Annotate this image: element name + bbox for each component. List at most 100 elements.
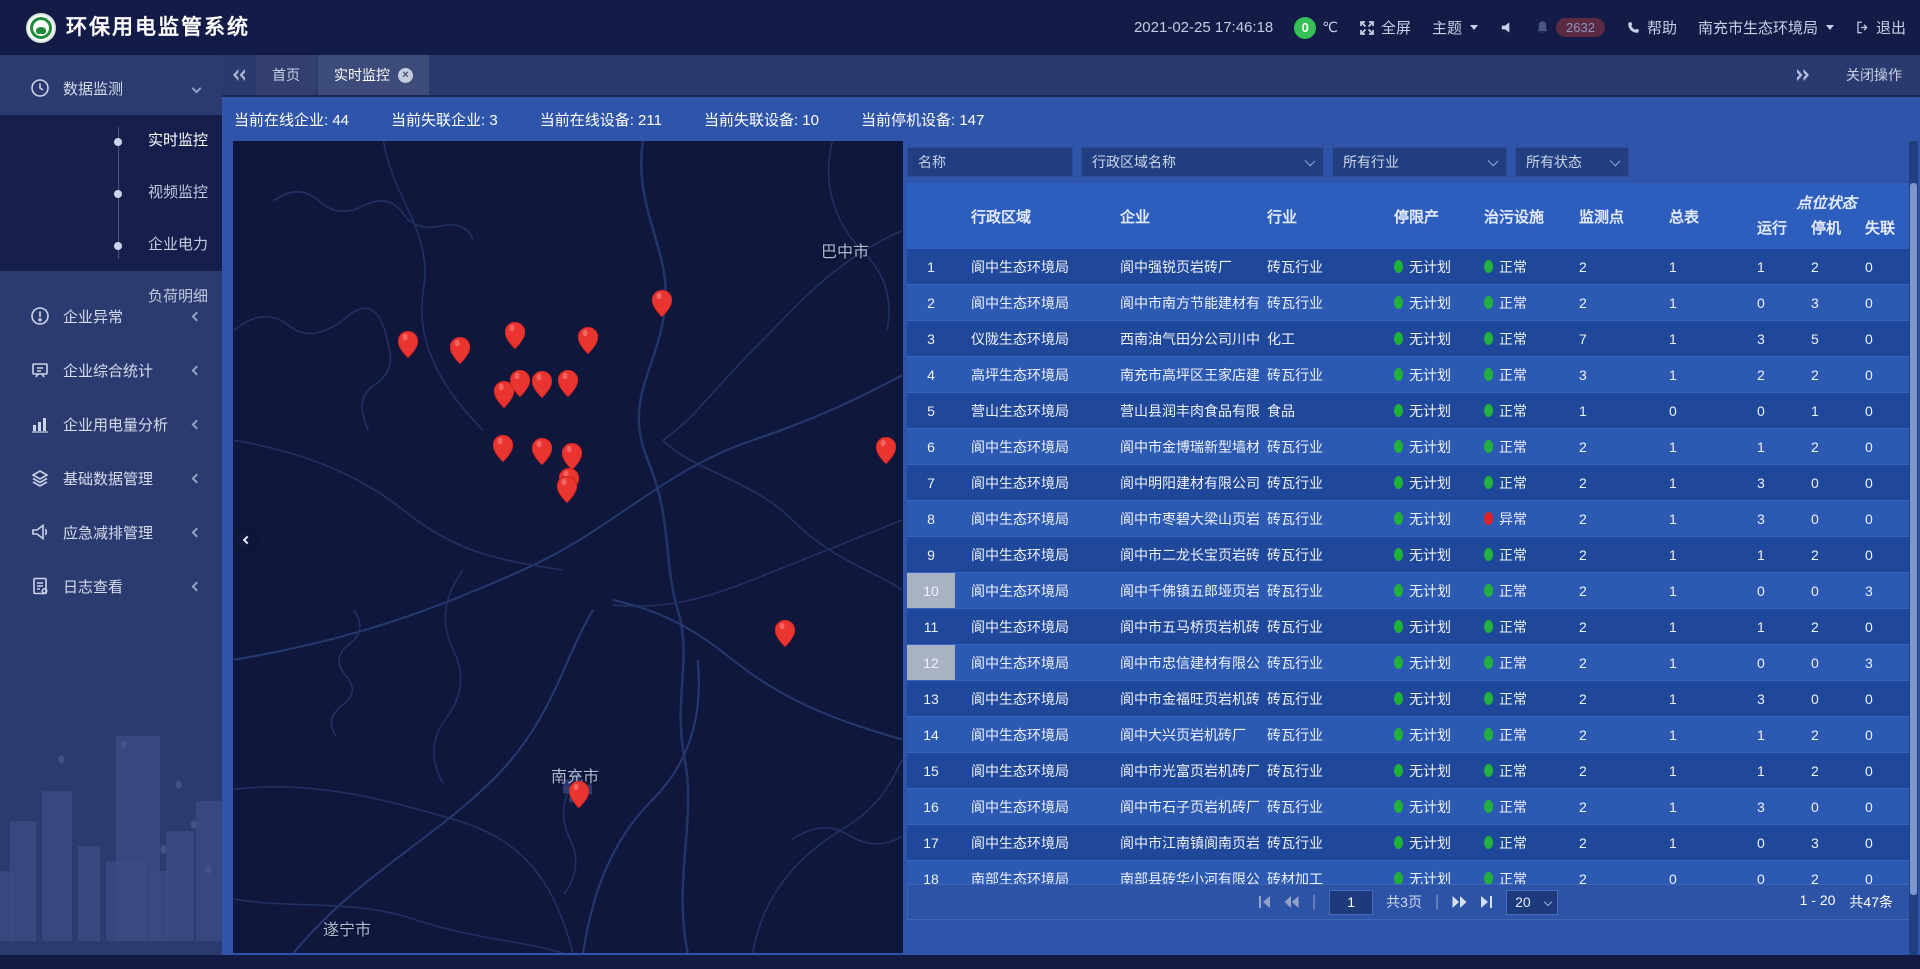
- row-treatment-facility: 正常: [1477, 573, 1571, 608]
- row-stopped-count: 2: [1797, 537, 1851, 572]
- map-pin-icon[interactable]: [510, 370, 530, 397]
- first-page-icon: [1258, 896, 1271, 908]
- row-running-count: 3: [1743, 681, 1797, 716]
- row-industry: 砖瓦行业: [1259, 645, 1387, 680]
- org-menu[interactable]: 南充市生态环境局: [1698, 17, 1834, 38]
- map-pin-icon[interactable]: [876, 437, 896, 464]
- map-pin-icon[interactable]: [652, 290, 672, 317]
- tabs-scroll-right-button[interactable]: [1786, 69, 1820, 81]
- region-filter-select[interactable]: 行政区域名称: [1081, 147, 1324, 177]
- table-row[interactable]: 6阆中生态环境局阆中市金博瑞新型墙材砖瓦行业无计划正常21120: [907, 429, 1910, 465]
- map-collapse-handle[interactable]: [234, 529, 256, 551]
- map-pin-icon[interactable]: [557, 476, 577, 503]
- table-row[interactable]: 1阆中生态环境局阆中强锐页岩砖厂砖瓦行业无计划正常21120: [907, 249, 1910, 285]
- sidebar-item-0[interactable]: 数据监测: [0, 61, 222, 115]
- table-row[interactable]: 7阆中生态环境局阆中明阳建材有限公司砖瓦行业无计划正常21300: [907, 465, 1910, 501]
- scrollbar-thumb[interactable]: [1910, 183, 1917, 895]
- status-filter-value: 所有状态: [1526, 152, 1582, 172]
- map-pin-icon[interactable]: [532, 438, 552, 465]
- map-pin-icon[interactable]: [398, 331, 418, 358]
- vertical-scrollbar[interactable]: [1909, 141, 1918, 955]
- tab-realtime-monitor[interactable]: 实时监控 ×: [318, 55, 429, 95]
- status-dot-green-icon: [1394, 584, 1403, 597]
- tabs-scroll-left-button[interactable]: [222, 55, 256, 95]
- tab-home[interactable]: 首页: [256, 55, 316, 95]
- col-industry: 行业: [1259, 183, 1387, 249]
- help-button[interactable]: 帮助: [1626, 17, 1677, 38]
- table-row[interactable]: 9阆中生态环境局阆中市二龙长宝页岩砖砖瓦行业无计划正常21120: [907, 537, 1910, 573]
- status-dot-green-icon: [1484, 836, 1493, 849]
- double-chevron-right-icon: [1796, 69, 1810, 81]
- sidebar-item-label: 企业综合统计: [63, 360, 153, 381]
- table-row[interactable]: 10阆中生态环境局阆中千佛镇五郎垭页岩砖瓦行业无计划正常21003: [907, 573, 1910, 609]
- tab-close-icon[interactable]: ×: [398, 68, 413, 83]
- sidebar-subitem-0-2[interactable]: 企业电力负荷明细: [0, 219, 222, 271]
- page-number-input[interactable]: [1329, 890, 1373, 915]
- sidebar-item-1[interactable]: 企业异常: [0, 289, 222, 343]
- sidebar-item-3[interactable]: 企业用电量分析: [0, 397, 222, 451]
- next-page-button[interactable]: [1452, 896, 1467, 908]
- map-pin-icon[interactable]: [562, 443, 582, 470]
- theme-menu[interactable]: 主题: [1432, 17, 1478, 38]
- table-row[interactable]: 15阆中生态环境局阆中市光富页岩机砖厂砖瓦行业无计划正常21120: [907, 753, 1910, 789]
- chevron-left-icon: [242, 536, 250, 544]
- row-monitor-points: 2: [1571, 537, 1659, 572]
- row-total-meter: 1: [1659, 501, 1743, 536]
- treatment-facility-label: 正常: [1499, 581, 1527, 601]
- table-row[interactable]: 17阆中生态环境局阆中市江南镇阆南页岩砖瓦行业无计划正常21030: [907, 825, 1910, 861]
- row-index: 7: [907, 465, 955, 500]
- logout-button[interactable]: 退出: [1855, 17, 1906, 38]
- row-treatment-facility: 正常: [1477, 321, 1571, 356]
- status-dot-green-icon: [1394, 296, 1403, 309]
- treatment-facility-label: 正常: [1499, 653, 1527, 673]
- sidebar-subitem-0-0[interactable]: 实时监控: [0, 115, 222, 167]
- sidebar-subitem-0-1[interactable]: 视频监控: [0, 167, 222, 219]
- map-pin-icon[interactable]: [450, 337, 470, 364]
- table-row[interactable]: 3仪陇生态环境局西南油气田分公司川中化工无计划正常71350: [907, 321, 1910, 357]
- sidebar-item-2[interactable]: 企业综合统计: [0, 343, 222, 397]
- table-row[interactable]: 2阆中生态环境局阆中市南方节能建材有砖瓦行业无计划正常21030: [907, 285, 1910, 321]
- bell-icon: [1535, 20, 1550, 35]
- sidebar-item-6[interactable]: 日志查看: [0, 559, 222, 613]
- map-pin-icon[interactable]: [578, 327, 598, 354]
- map-pin-icon[interactable]: [558, 370, 578, 397]
- table-row[interactable]: 13阆中生态环境局阆中市金福旺页岩机砖砖瓦行业无计划正常21300: [907, 681, 1910, 717]
- row-treatment-facility: 正常: [1477, 537, 1571, 572]
- table-row[interactable]: 4高坪生态环境局南充市高坪区王家店建砖瓦行业无计划正常31220: [907, 357, 1910, 393]
- name-filter-input[interactable]: [907, 147, 1073, 177]
- map-pin-icon[interactable]: [775, 620, 795, 647]
- map-pin-icon[interactable]: [532, 371, 552, 398]
- table-row[interactable]: 12阆中生态环境局阆中市忠信建材有限公砖瓦行业无计划正常21003: [907, 645, 1910, 681]
- row-stopped-count: 5: [1797, 321, 1851, 356]
- production-limit-label: 无计划: [1409, 257, 1451, 277]
- table-row[interactable]: 16阆中生态环境局阆中市石子页岩机砖厂砖瓦行业无计划正常21300: [907, 789, 1910, 825]
- table-row[interactable]: 11阆中生态环境局阆中市五马桥页岩机砖砖瓦行业无计划正常21120: [907, 609, 1910, 645]
- table-row[interactable]: 5营山生态环境局营山县润丰肉食品有限食品无计划正常10010: [907, 393, 1910, 429]
- status-dot-green-icon: [1394, 548, 1403, 561]
- close-operations-button[interactable]: 关闭操作: [1846, 65, 1902, 85]
- page-size-select[interactable]: 20: [1506, 890, 1558, 915]
- row-region: 营山生态环境局: [955, 393, 1104, 428]
- first-page-button[interactable]: [1258, 896, 1271, 908]
- map-pin-icon[interactable]: [569, 781, 589, 808]
- notifications[interactable]: 2632: [1535, 18, 1605, 37]
- prev-page-button[interactable]: [1284, 896, 1299, 908]
- map-pin-icon[interactable]: [493, 435, 513, 462]
- row-industry: 砖瓦行业: [1259, 465, 1387, 500]
- sidebar-item-5[interactable]: 应急减排管理: [0, 505, 222, 559]
- table-row[interactable]: 18南部生态环境局南部县砖华小河有限公砖材加工无计划正常20020: [907, 861, 1910, 884]
- map-canvas[interactable]: 巴中市南充市遂宁市: [233, 141, 903, 953]
- table-row[interactable]: 14阆中生态环境局阆中大兴页岩机砖厂砖瓦行业无计划正常21120: [907, 717, 1910, 753]
- industry-filter-select[interactable]: 所有行业: [1332, 147, 1507, 177]
- sound-toggle[interactable]: [1499, 20, 1514, 35]
- row-region: 阆中生态环境局: [955, 609, 1104, 644]
- last-page-button[interactable]: [1480, 896, 1493, 908]
- table-row[interactable]: 8阆中生态环境局阆中市枣碧大梁山页岩砖瓦行业无计划异常21300: [907, 501, 1910, 537]
- production-limit-label: 无计划: [1409, 833, 1451, 853]
- row-monitor-points: 2: [1571, 681, 1659, 716]
- map-pin-icon[interactable]: [505, 322, 525, 349]
- fullscreen-button[interactable]: 全屏: [1359, 17, 1411, 38]
- status-filter-select[interactable]: 所有状态: [1515, 147, 1629, 177]
- row-total-meter: 0: [1659, 861, 1743, 884]
- sidebar-item-4[interactable]: 基础数据管理: [0, 451, 222, 505]
